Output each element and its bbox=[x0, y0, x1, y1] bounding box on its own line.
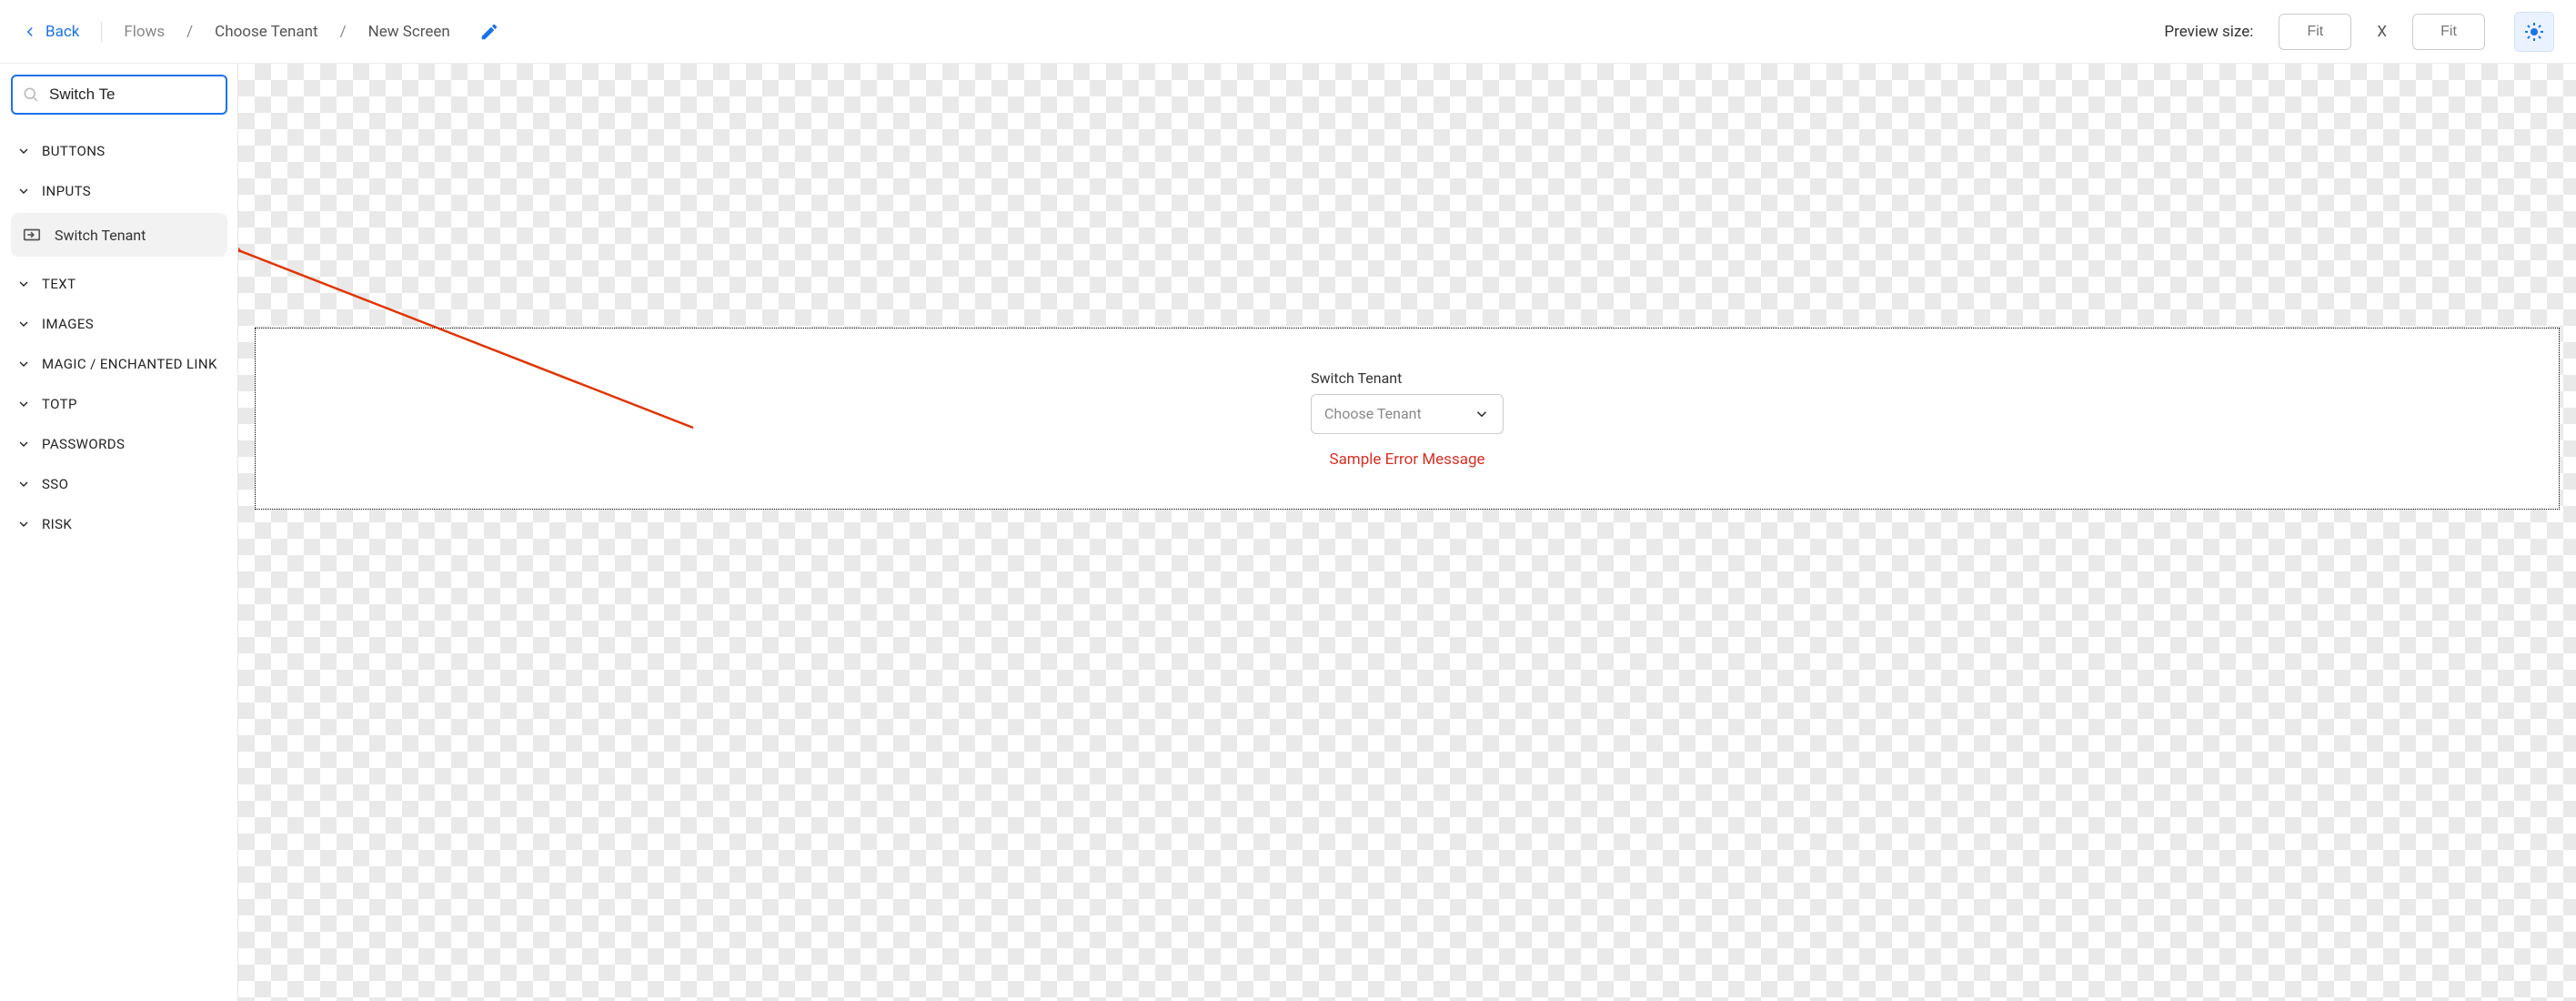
chevron-down-icon bbox=[16, 357, 31, 371]
chevron-down-icon bbox=[16, 477, 31, 491]
sun-icon bbox=[2523, 21, 2545, 43]
category-text[interactable]: Text bbox=[11, 264, 227, 304]
preview-width-input[interactable] bbox=[2279, 14, 2351, 50]
search-input[interactable] bbox=[49, 86, 250, 104]
chevron-down-icon bbox=[16, 277, 31, 291]
category-label: SSO bbox=[42, 476, 68, 492]
arrow-left-icon bbox=[22, 24, 38, 40]
component-switch-tenant[interactable]: Switch Tenant bbox=[11, 213, 227, 257]
preview-x-label: X bbox=[2377, 23, 2387, 41]
category-sso[interactable]: SSO bbox=[11, 464, 227, 504]
back-label: Back bbox=[45, 23, 79, 41]
category-magic-link[interactable]: Magic / Enchanted Link bbox=[11, 344, 227, 384]
pencil-icon bbox=[479, 22, 499, 42]
category-passwords[interactable]: Passwords bbox=[11, 424, 227, 464]
workspace: Buttons Inputs Switch Tenant Text Images… bbox=[0, 64, 2576, 1001]
breadcrumb-screen[interactable]: New Screen bbox=[368, 23, 450, 41]
chevron-down-icon bbox=[16, 144, 31, 158]
sidebar: Buttons Inputs Switch Tenant Text Images… bbox=[0, 64, 238, 1001]
switch-tenant-field: Switch Tenant Choose Tenant bbox=[1311, 369, 1504, 434]
topbar: Back Flows / Choose Tenant / New Screen … bbox=[0, 0, 2576, 64]
breadcrumb-tenant[interactable]: Choose Tenant bbox=[215, 23, 317, 41]
category-risk[interactable]: Risk bbox=[11, 504, 227, 544]
category-label: Risk bbox=[42, 516, 72, 532]
edit-title-button[interactable] bbox=[479, 22, 499, 42]
back-button[interactable]: Back bbox=[22, 23, 79, 41]
search-icon bbox=[22, 86, 40, 104]
chevron-down-icon bbox=[16, 317, 31, 331]
theme-toggle-button[interactable] bbox=[2514, 12, 2554, 52]
category-inputs[interactable]: Inputs bbox=[11, 171, 227, 211]
component-label: Switch Tenant bbox=[55, 227, 146, 244]
input-icon bbox=[22, 225, 42, 245]
chevron-down-icon bbox=[16, 397, 31, 411]
chevron-down-icon bbox=[16, 437, 31, 451]
tenant-select[interactable]: Choose Tenant bbox=[1311, 394, 1504, 434]
drop-zone[interactable]: Switch Tenant Choose Tenant Sample Error… bbox=[255, 328, 2560, 510]
category-label: Buttons bbox=[42, 143, 106, 159]
error-message: Sample Error Message bbox=[1329, 450, 1484, 469]
component-search[interactable] bbox=[11, 75, 227, 115]
category-totp[interactable]: TOTP bbox=[11, 384, 227, 424]
category-images[interactable]: Images bbox=[11, 304, 227, 344]
chevron-down-icon bbox=[16, 184, 31, 198]
category-label: Magic / Enchanted Link bbox=[42, 356, 217, 372]
category-label: Images bbox=[42, 316, 94, 332]
chevron-down-icon bbox=[16, 517, 31, 531]
category-label: Text bbox=[42, 276, 75, 292]
preview-height-input[interactable] bbox=[2412, 14, 2485, 50]
field-label: Switch Tenant bbox=[1311, 369, 1402, 387]
category-buttons[interactable]: Buttons bbox=[11, 131, 227, 171]
category-label: Passwords bbox=[42, 436, 125, 452]
breadcrumb-flows[interactable]: Flows bbox=[124, 23, 165, 41]
canvas[interactable]: Switch Tenant Choose Tenant Sample Error… bbox=[238, 64, 2576, 1001]
category-label: Inputs bbox=[42, 183, 91, 199]
divider bbox=[101, 22, 102, 42]
preview-size-label: Preview size: bbox=[2164, 23, 2253, 41]
chevron-down-icon bbox=[1474, 406, 1490, 422]
select-placeholder: Choose Tenant bbox=[1324, 405, 1422, 422]
breadcrumb-separator: / bbox=[340, 23, 347, 41]
breadcrumb-separator: / bbox=[186, 23, 193, 41]
category-label: TOTP bbox=[42, 396, 77, 412]
